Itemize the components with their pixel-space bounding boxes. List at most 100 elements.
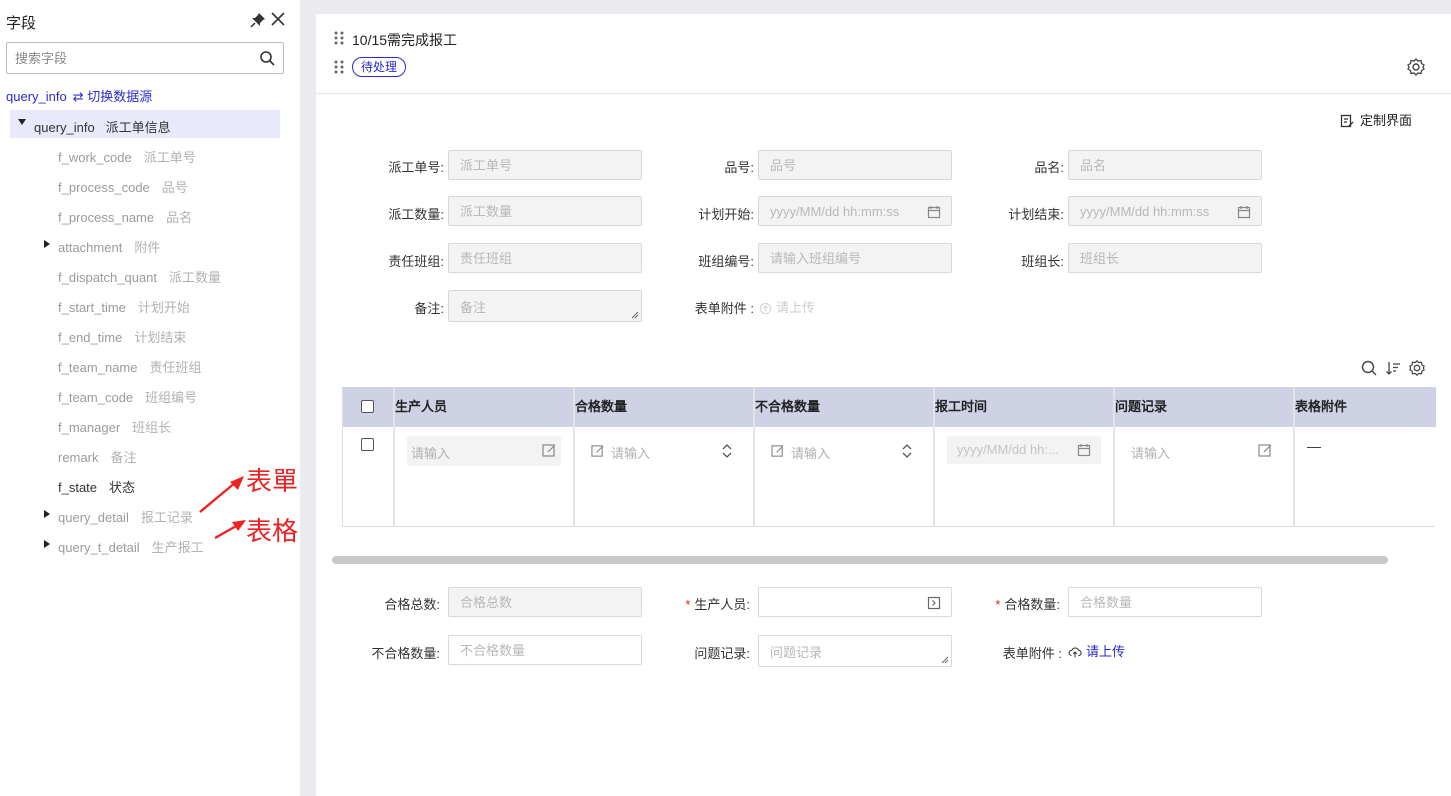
- caret-right-icon[interactable]: [44, 240, 50, 248]
- stepper-icon[interactable]: [901, 443, 913, 459]
- form-canvas: 10/15需完成报工 待处理 定制界面 派工单号: 品号: 品名: 派工数量: …: [316, 14, 1451, 796]
- drag-handle-icon[interactable]: [334, 60, 344, 74]
- process-code-label: 品号:: [724, 160, 754, 175]
- manager-label: 班组长:: [1021, 254, 1064, 269]
- end-time-input[interactable]: [1069, 197, 1219, 225]
- remark-field[interactable]: [448, 290, 642, 322]
- dispatch-quant-input[interactable]: [449, 197, 599, 225]
- qualified-quantity-field[interactable]: [1068, 587, 1262, 617]
- gear-icon[interactable]: [1408, 359, 1426, 377]
- select-all-checkbox[interactable]: [361, 400, 374, 413]
- field-label: 责任班组: [149, 360, 202, 375]
- field-item[interactable]: query_detail 报工记录: [58, 507, 193, 527]
- datasource-name: query_info: [6, 89, 67, 104]
- horizontal-scrollbar[interactable]: [332, 556, 1388, 564]
- edit-icon[interactable]: [542, 443, 557, 458]
- field-item[interactable]: f_dispatch_quant 派工数量: [58, 267, 221, 287]
- field-item[interactable]: f_process_code 品号: [58, 177, 188, 197]
- process-name-field[interactable]: [1068, 150, 1262, 180]
- sort-icon[interactable]: [1385, 360, 1401, 376]
- team-code-input[interactable]: [759, 244, 909, 272]
- total-qualified-field[interactable]: [448, 587, 642, 617]
- dispatch-quant-field[interactable]: [448, 196, 642, 226]
- close-icon[interactable]: [270, 11, 286, 27]
- select-user-icon[interactable]: [927, 596, 941, 610]
- calendar-icon[interactable]: [927, 205, 941, 219]
- team-name-input[interactable]: [449, 244, 599, 272]
- caret-right-icon[interactable]: [44, 510, 50, 518]
- field-item[interactable]: query_t_detail 生产报工: [58, 537, 204, 557]
- gear-icon[interactable]: [1406, 57, 1426, 77]
- issue-record-field[interactable]: [758, 635, 952, 667]
- tree-root-query-info[interactable]: query_info 派工单信息: [10, 110, 280, 138]
- process-code-field[interactable]: [758, 150, 952, 180]
- qualified-quantity-input[interactable]: [1069, 588, 1219, 616]
- resize-grip-icon[interactable]: [941, 656, 949, 664]
- stepper-icon[interactable]: [721, 443, 733, 459]
- issue-cell-input[interactable]: 请输入: [1127, 436, 1281, 466]
- field-name: f_end_time: [58, 330, 123, 345]
- calendar-icon[interactable]: [1077, 443, 1091, 457]
- manager-field[interactable]: [1068, 243, 1262, 273]
- field-name: f_manager: [58, 420, 121, 435]
- staff-label-text: 生产人员:: [694, 597, 750, 612]
- field-item[interactable]: remark 备注: [58, 447, 136, 467]
- upload-button-disabled[interactable]: 请上传: [759, 297, 815, 316]
- calendar-icon[interactable]: [1237, 205, 1251, 219]
- search-icon[interactable]: [259, 50, 275, 66]
- resize-grip-icon[interactable]: [631, 311, 639, 319]
- team-code-field[interactable]: [758, 243, 952, 273]
- field-label: 生产报工: [151, 540, 204, 555]
- work-code-input[interactable]: [449, 151, 599, 179]
- process-name-input[interactable]: [1069, 151, 1219, 179]
- customize-view-button[interactable]: 定制界面: [1340, 110, 1412, 129]
- field-item[interactable]: attachment 附件: [58, 237, 160, 257]
- caret-down-icon[interactable]: [18, 119, 26, 125]
- edit-icon[interactable]: [1258, 443, 1273, 458]
- total-qualified-input[interactable]: [449, 588, 599, 616]
- work-code-field[interactable]: [448, 150, 642, 180]
- field-search-input[interactable]: [7, 43, 247, 73]
- attachment-cell-value: —: [1307, 438, 1321, 454]
- staff-cell-input[interactable]: 请输入: [407, 436, 561, 466]
- field-item[interactable]: f_state 状态: [58, 477, 135, 497]
- search-icon[interactable]: [1361, 360, 1377, 376]
- issue-record-textarea[interactable]: [759, 636, 949, 664]
- caret-right-icon[interactable]: [44, 540, 50, 548]
- report-time-cell-input[interactable]: yyyy/MM/dd hh:...: [947, 436, 1101, 464]
- field-item[interactable]: f_process_name 品名: [58, 207, 192, 227]
- qualified-quantity-label-text: 合格数量:: [1004, 597, 1060, 612]
- field-item[interactable]: f_work_code 派工单号: [58, 147, 196, 167]
- unqualified-quantity-input[interactable]: [449, 636, 599, 664]
- pin-icon[interactable]: [250, 12, 266, 28]
- start-time-field[interactable]: [758, 196, 952, 226]
- end-time-field[interactable]: [1068, 196, 1262, 226]
- staff-field[interactable]: [758, 587, 952, 617]
- upload-button[interactable]: 请上传: [1068, 641, 1125, 660]
- start-time-input[interactable]: [759, 197, 909, 225]
- team-name-field[interactable]: [448, 243, 642, 273]
- process-code-input[interactable]: [759, 151, 909, 179]
- field-item[interactable]: f_manager 班组长: [58, 417, 171, 437]
- remark-label: 备注:: [414, 301, 444, 316]
- remark-textarea[interactable]: [449, 291, 639, 319]
- qualified-quantity-label: * 合格数量:: [956, 594, 1060, 613]
- annotation-arrow: [214, 520, 246, 540]
- datasource-row: query_info ⇄ 切换数据源: [6, 86, 152, 105]
- switch-datasource-link[interactable]: ⇄ 切换数据源: [73, 89, 153, 104]
- drag-handle-icon[interactable]: [334, 31, 344, 45]
- tree-root-label: 派工单信息: [105, 120, 171, 135]
- field-item[interactable]: f_team_code 班组编号: [58, 387, 197, 407]
- qualified-cell-input[interactable]: 请输入: [587, 436, 741, 466]
- customize-icon: [1340, 114, 1354, 128]
- unqualified-quantity-field[interactable]: [448, 635, 642, 665]
- row-checkbox[interactable]: [361, 438, 374, 451]
- field-name: remark: [58, 450, 99, 465]
- field-item[interactable]: f_end_time 计划结束: [58, 327, 186, 347]
- field-item[interactable]: f_start_time 计划开始: [58, 297, 190, 317]
- field-item[interactable]: f_team_name 责任班组: [58, 357, 202, 377]
- bottom-attachment-label: 表单附件 :: [1002, 646, 1062, 661]
- manager-input[interactable]: [1069, 244, 1219, 272]
- unqualified-cell-input[interactable]: 请输入: [767, 436, 921, 466]
- staff-input[interactable]: [759, 588, 909, 616]
